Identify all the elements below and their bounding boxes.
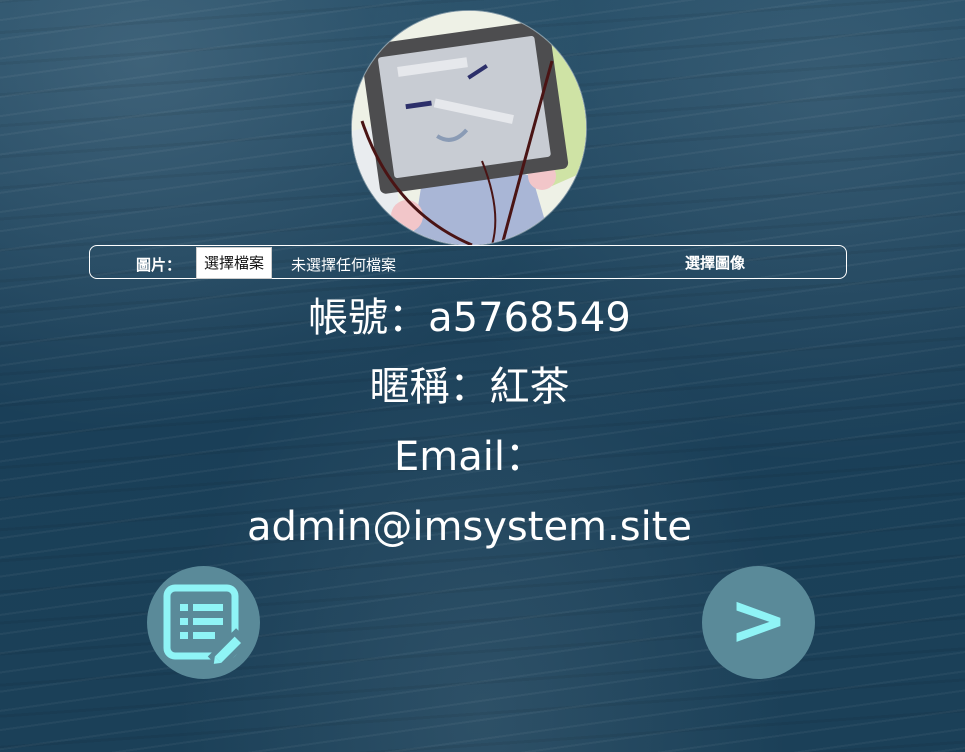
file-status-text: 未選擇任何檔案: [291, 256, 397, 274]
email-label: Email：: [394, 434, 545, 480]
edit-profile-button[interactable]: [147, 566, 260, 679]
picture-label: 圖片：: [136, 256, 182, 274]
picture-upload-bar: 圖片： 選擇檔案 未選擇任何檔案 選擇圖像: [89, 245, 847, 279]
next-arrow-icon: >: [729, 579, 788, 661]
select-image-button[interactable]: 選擇圖像: [685, 252, 745, 273]
profile-avatar: [352, 11, 586, 245]
nickname-text: 暱稱：紅茶: [369, 364, 570, 410]
next-button[interactable]: >: [702, 566, 815, 679]
edit-list-icon: [163, 584, 250, 670]
account-text: 帳號：a5768549: [308, 295, 631, 341]
email-value: admin@imsystem.site: [247, 504, 692, 550]
avatar-drawing: [352, 11, 586, 245]
choose-file-button[interactable]: 選擇檔案: [196, 247, 273, 279]
